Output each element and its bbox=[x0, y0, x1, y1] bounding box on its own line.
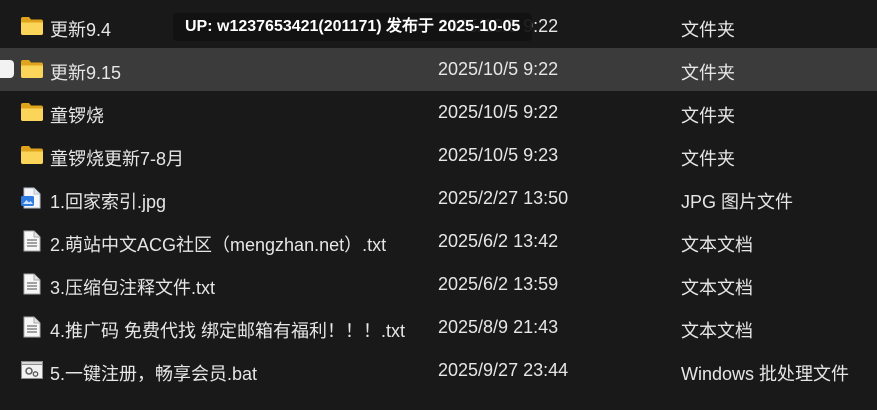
upload-watermark: UP: w1237653421(201171) 发布于 2025-10-05 bbox=[173, 13, 533, 41]
file-date-modified: 2025/9/27 23:44 bbox=[438, 360, 569, 380]
file-row[interactable]: 3.压缩包注释文件.txt 2025/6/2 13:59 文本文档 bbox=[0, 263, 877, 306]
file-type: 文本文档 bbox=[681, 235, 753, 255]
file-date-modified: 2025/2/27 13:50 bbox=[438, 188, 569, 208]
file-name: 4.推广码 免费代找 绑定邮箱有福利！！！.txt bbox=[50, 321, 406, 341]
folder-icon bbox=[20, 101, 44, 123]
file-date-modified: 2025/10/5 9:22 bbox=[438, 102, 559, 122]
file-row[interactable]: 童锣烧更新7-8月 2025/10/5 9:23 文件夹 bbox=[0, 134, 877, 177]
file-name: 1.回家索引.jpg bbox=[50, 192, 167, 212]
file-name: 童锣烧更新7-8月 bbox=[50, 149, 185, 169]
file-row[interactable]: 1.回家索引.jpg 2025/2/27 13:50 JPG 图片文件 bbox=[0, 177, 877, 220]
text-file-icon bbox=[20, 273, 44, 295]
file-type: 文件夹 bbox=[681, 63, 735, 83]
file-name: 2.萌站中文ACG社区（mengzhan.net）.txt bbox=[50, 235, 387, 255]
image-file-icon bbox=[20, 187, 44, 209]
file-date-modified: 2025/6/2 13:42 bbox=[438, 231, 559, 251]
file-row-selected[interactable]: 更新9.15 2025/10/5 9:22 文件夹 bbox=[0, 48, 877, 91]
text-file-icon bbox=[20, 230, 44, 252]
file-row[interactable]: 童锣烧 2025/10/5 9:22 文件夹 bbox=[0, 91, 877, 134]
file-type: 文本文档 bbox=[681, 321, 753, 341]
folder-icon bbox=[20, 58, 44, 80]
file-date-modified: 2025/10/5 9:23 bbox=[438, 145, 559, 165]
file-type: 文件夹 bbox=[681, 149, 735, 169]
file-row[interactable]: 4.推广码 免费代找 绑定邮箱有福利！！！.txt 2025/8/9 21:43… bbox=[0, 306, 877, 349]
file-type: Windows 批处理文件 bbox=[681, 364, 850, 384]
batch-file-icon bbox=[20, 359, 44, 381]
file-row[interactable]: 2.萌站中文ACG社区（mengzhan.net）.txt 2025/6/2 1… bbox=[0, 220, 877, 263]
file-date-modified: 2025/10/5 9:22 bbox=[438, 59, 559, 79]
file-type: 文件夹 bbox=[681, 20, 735, 40]
file-name: 5.一键注册，畅享会员.bat bbox=[50, 364, 258, 384]
file-date-modified: 2025/6/2 13:59 bbox=[438, 274, 559, 294]
folder-icon bbox=[20, 144, 44, 166]
file-row[interactable]: 5.一键注册，畅享会员.bat 2025/9/27 23:44 Windows … bbox=[0, 349, 877, 392]
text-file-icon bbox=[20, 316, 44, 338]
folder-icon bbox=[20, 15, 44, 37]
file-type: 文本文档 bbox=[681, 278, 753, 298]
file-name: 更新9.15 bbox=[50, 63, 122, 83]
file-name: 童锣烧 bbox=[50, 106, 104, 126]
selection-checkbox[interactable] bbox=[0, 60, 14, 78]
file-type: 文件夹 bbox=[681, 106, 735, 126]
file-type: JPG 图片文件 bbox=[681, 192, 794, 212]
file-date-modified: 2025/8/9 21:43 bbox=[438, 317, 559, 337]
file-name: 3.压缩包注释文件.txt bbox=[50, 278, 216, 298]
file-name: 更新9.4 bbox=[50, 20, 112, 40]
file-list: 更新9.4 2025/10/5 9:22 文件夹 更新9.15 2025/10/… bbox=[0, 5, 877, 392]
